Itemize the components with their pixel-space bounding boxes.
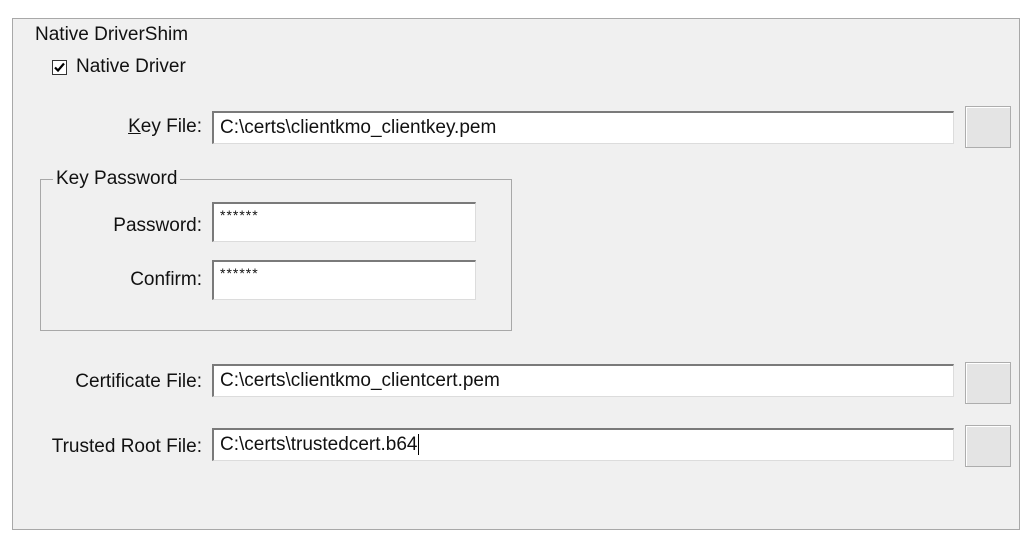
trusted-root-file-browse-button[interactable] <box>965 425 1011 467</box>
native-driver-checkbox[interactable] <box>52 59 67 75</box>
native-driver-label: Native Driver <box>76 56 186 77</box>
key-password-title: Key Password <box>53 169 181 189</box>
password-input[interactable]: ****** <box>212 202 476 242</box>
certificate-file-label: Certificate File: <box>75 371 202 392</box>
checkmark-icon <box>54 62 65 72</box>
text-caret <box>418 434 420 456</box>
key-file-input[interactable]: C:\certs\clientkmo_clientkey.pem <box>212 111 954 144</box>
confirm-label: Confirm: <box>130 269 202 290</box>
group-title: Native DriverShim <box>32 25 192 45</box>
trusted-root-file-input[interactable]: C:\certs\trustedcert.b64 <box>212 428 954 461</box>
native-driver-checkbox-row[interactable]: Native Driver <box>52 56 186 78</box>
trusted-root-file-label: Trusted Root File: <box>51 436 202 457</box>
certificate-file-browse-button[interactable] <box>965 362 1011 404</box>
confirm-input[interactable]: ****** <box>212 260 476 300</box>
password-label: Password: <box>113 215 202 236</box>
certificate-file-input[interactable]: C:\certs\clientkmo_clientcert.pem <box>212 364 954 397</box>
key-file-browse-button[interactable] <box>965 106 1011 148</box>
key-file-label: Key File: <box>128 116 202 137</box>
